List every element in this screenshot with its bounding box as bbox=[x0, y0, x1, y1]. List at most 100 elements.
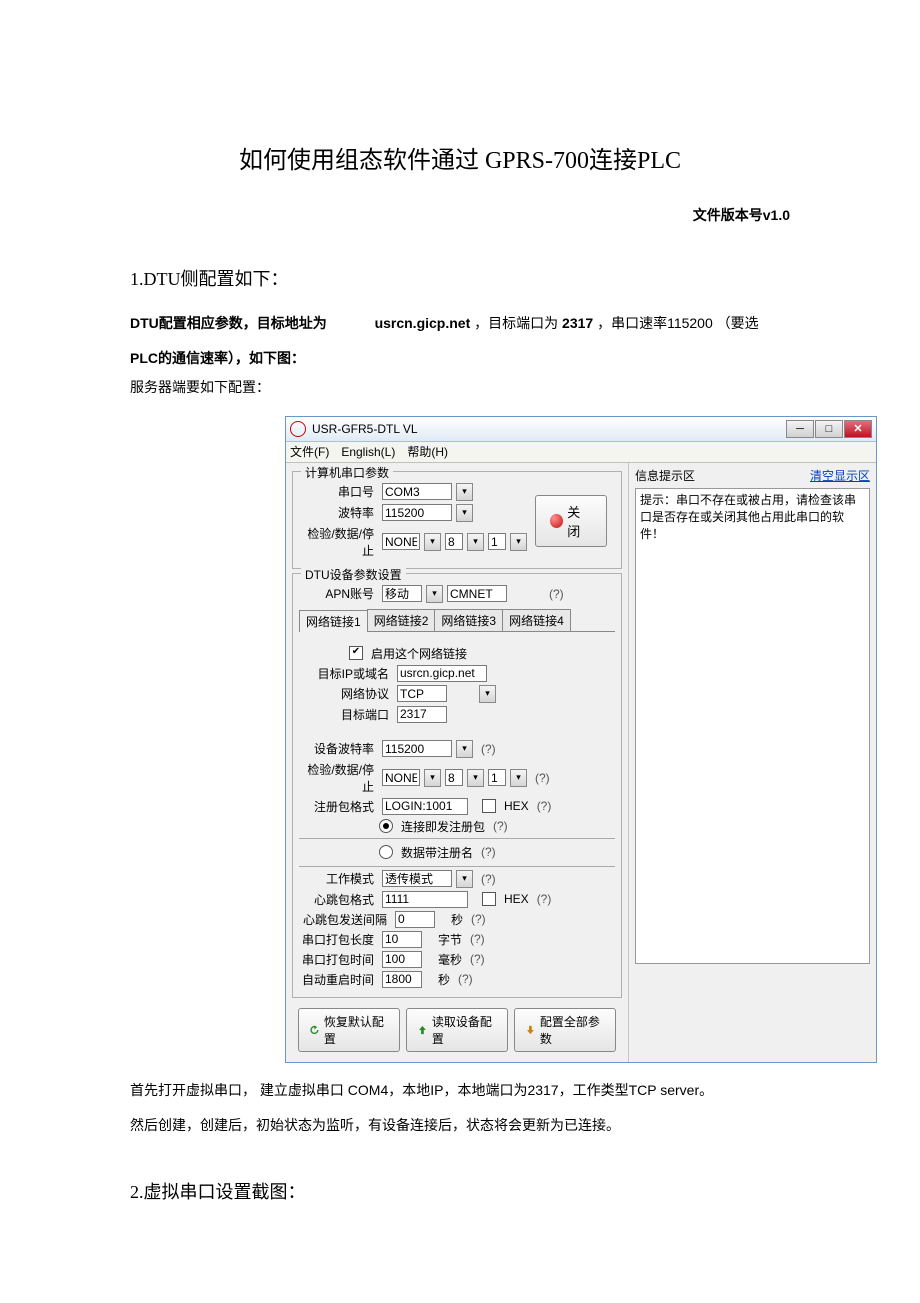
port-select[interactable] bbox=[382, 483, 452, 500]
p2: PLC的通信速率），如下图： bbox=[130, 350, 305, 366]
ip-input[interactable] bbox=[397, 665, 487, 682]
proto-select[interactable] bbox=[397, 685, 447, 702]
heartint-label: 心跳包发送间隔 bbox=[299, 911, 391, 928]
parity-dd[interactable]: ▾ bbox=[424, 533, 441, 551]
close-port-label: 关闭 bbox=[567, 502, 592, 540]
baud-label: 波特率 bbox=[299, 504, 378, 521]
port-label: 串口号 bbox=[299, 483, 378, 500]
close-port-button[interactable]: 关闭 bbox=[535, 495, 607, 547]
section2-heading: 2.虚拟串口设置截图： bbox=[130, 1178, 790, 1204]
reg-hex-checkbox[interactable] bbox=[482, 799, 496, 813]
parity-select[interactable] bbox=[382, 533, 420, 550]
radio-connect-send[interactable] bbox=[379, 819, 393, 833]
menu-file[interactable]: 文件(F) bbox=[290, 443, 329, 460]
menubar: 文件(F) English(L) 帮助(H) bbox=[286, 442, 876, 463]
devparity-help[interactable]: (?) bbox=[535, 771, 550, 785]
proto-label: 网络协议 bbox=[299, 685, 393, 702]
devparity-label: 检验/数据/停止 bbox=[299, 761, 378, 795]
mode-help[interactable]: (?) bbox=[481, 872, 496, 886]
read-label: 读取设备配置 bbox=[432, 1013, 497, 1047]
restore-label: 恢复默认配置 bbox=[324, 1013, 389, 1047]
tab-net2[interactable]: 网络链接2 bbox=[367, 609, 436, 631]
reg-help[interactable]: (?) bbox=[537, 799, 552, 813]
titlebar: USR-GFR5-DTL VL ─ □ ✕ bbox=[286, 417, 876, 442]
radio1-help[interactable]: (?) bbox=[493, 819, 508, 833]
clear-display-link[interactable]: 清空显示区 bbox=[810, 467, 870, 484]
devdata-sel[interactable] bbox=[445, 769, 463, 786]
packlen-help[interactable]: (?) bbox=[470, 932, 485, 946]
proto-dd[interactable]: ▾ bbox=[479, 685, 496, 703]
packtime-input[interactable] bbox=[382, 951, 422, 968]
reboot-label: 自动重启时间 bbox=[299, 971, 378, 988]
menu-help[interactable]: 帮助(H) bbox=[407, 443, 448, 460]
apn-help[interactable]: (?) bbox=[549, 587, 564, 601]
baud-dropdown-icon[interactable]: ▾ bbox=[456, 504, 473, 522]
heartint-input[interactable] bbox=[395, 911, 435, 928]
message-box: 提示：串口不存在或被占用，请检查该串口是否存在或关闭其他占用此串口的软件！ bbox=[635, 488, 870, 964]
dtu-legend: DTU设备参数设置 bbox=[301, 566, 406, 583]
close-port-icon bbox=[550, 514, 563, 528]
p1e: ，串口速率115200 （要选 bbox=[597, 315, 759, 331]
heart-help[interactable]: (?) bbox=[537, 892, 552, 906]
packlen-input[interactable] bbox=[382, 931, 422, 948]
heartfmt-input[interactable] bbox=[382, 891, 468, 908]
reboot-help[interactable]: (?) bbox=[458, 972, 473, 986]
stop-dd[interactable]: ▾ bbox=[510, 533, 527, 551]
radio-data-regname[interactable] bbox=[379, 845, 393, 859]
radio2-help[interactable]: (?) bbox=[481, 845, 496, 859]
stopbits-select[interactable] bbox=[488, 533, 506, 550]
packtime-unit: 毫秒 bbox=[438, 951, 462, 968]
message-text: 提示：串口不存在或被占用，请检查该串口是否存在或关闭其他占用此串口的软件！ bbox=[640, 493, 856, 541]
write-config-button[interactable]: 配置全部参数 bbox=[514, 1008, 616, 1052]
mode-select[interactable] bbox=[382, 870, 452, 887]
targetport-label: 目标端口 bbox=[299, 706, 393, 723]
devbaud-dd[interactable]: ▾ bbox=[456, 740, 473, 758]
minimize-button[interactable]: ─ bbox=[786, 420, 814, 438]
devbaud-select[interactable] bbox=[382, 740, 452, 757]
reg-input[interactable] bbox=[382, 798, 468, 815]
apn-provider-dd[interactable]: ▾ bbox=[426, 585, 443, 603]
tab-net1[interactable]: 网络链接1 bbox=[299, 610, 368, 632]
packtime-help[interactable]: (?) bbox=[470, 952, 485, 966]
after1: 首先打开虚拟串口， 建立虚拟串口 COM4，本地IP，本地端口为2317，工作类… bbox=[130, 1078, 790, 1103]
devbaud-help[interactable]: (?) bbox=[481, 742, 496, 756]
apn-label: APN账号 bbox=[299, 585, 378, 602]
read-config-button[interactable]: 读取设备配置 bbox=[406, 1008, 508, 1052]
apn-input[interactable] bbox=[447, 585, 507, 602]
packtime-label: 串口打包时间 bbox=[299, 951, 378, 968]
data-dd[interactable]: ▾ bbox=[467, 533, 484, 551]
enable-link-label: 启用这个网络链接 bbox=[371, 645, 467, 662]
heart-hex-checkbox[interactable] bbox=[482, 892, 496, 906]
mode-dd[interactable]: ▾ bbox=[456, 870, 473, 888]
close-button[interactable]: ✕ bbox=[844, 420, 872, 438]
devstop-sel[interactable] bbox=[488, 769, 506, 786]
databits-select[interactable] bbox=[445, 533, 463, 550]
devparity-sel[interactable] bbox=[382, 769, 420, 786]
maximize-button[interactable]: □ bbox=[815, 420, 843, 438]
tab-net3[interactable]: 网络链接3 bbox=[434, 609, 503, 631]
devparity-dd[interactable]: ▾ bbox=[424, 769, 441, 787]
doc-title: 如何使用组态软件通过 GPRS-700连接PLC bbox=[130, 140, 790, 175]
port-dropdown-icon[interactable]: ▾ bbox=[456, 483, 473, 501]
reboot-input[interactable] bbox=[382, 971, 422, 988]
footer-buttons: 恢复默认配置 读取设备配置 配置全部参数 bbox=[292, 1002, 622, 1058]
apn-provider-select[interactable] bbox=[382, 585, 422, 602]
tab-net4[interactable]: 网络链接4 bbox=[502, 609, 571, 631]
p1a: DTU配置相应参数，目标地址为 bbox=[130, 315, 331, 331]
mode-label: 工作模式 bbox=[299, 870, 378, 887]
dtu-params-group: DTU设备参数设置 APN账号 ▾ (?) 网络链接1 网络链接2 网络链接3 … bbox=[292, 573, 622, 998]
devbaud-label: 设备波特率 bbox=[299, 740, 378, 757]
heartint-help[interactable]: (?) bbox=[471, 912, 486, 926]
heart-hex-label: HEX bbox=[504, 892, 529, 906]
targetport-input[interactable] bbox=[397, 706, 447, 723]
p1d: 2317 bbox=[562, 315, 593, 331]
heartint-unit: 秒 bbox=[451, 911, 463, 928]
menu-english[interactable]: English(L) bbox=[341, 445, 395, 459]
devdata-dd[interactable]: ▾ bbox=[467, 769, 484, 787]
window-controls: ─ □ ✕ bbox=[786, 420, 872, 438]
restore-default-button[interactable]: 恢复默认配置 bbox=[298, 1008, 400, 1052]
devstop-dd[interactable]: ▾ bbox=[510, 769, 527, 787]
baud-select[interactable] bbox=[382, 504, 452, 521]
enable-link-checkbox[interactable]: ✔ bbox=[349, 646, 363, 660]
sec1-para3: 服务器端要如下配置： bbox=[130, 375, 790, 400]
